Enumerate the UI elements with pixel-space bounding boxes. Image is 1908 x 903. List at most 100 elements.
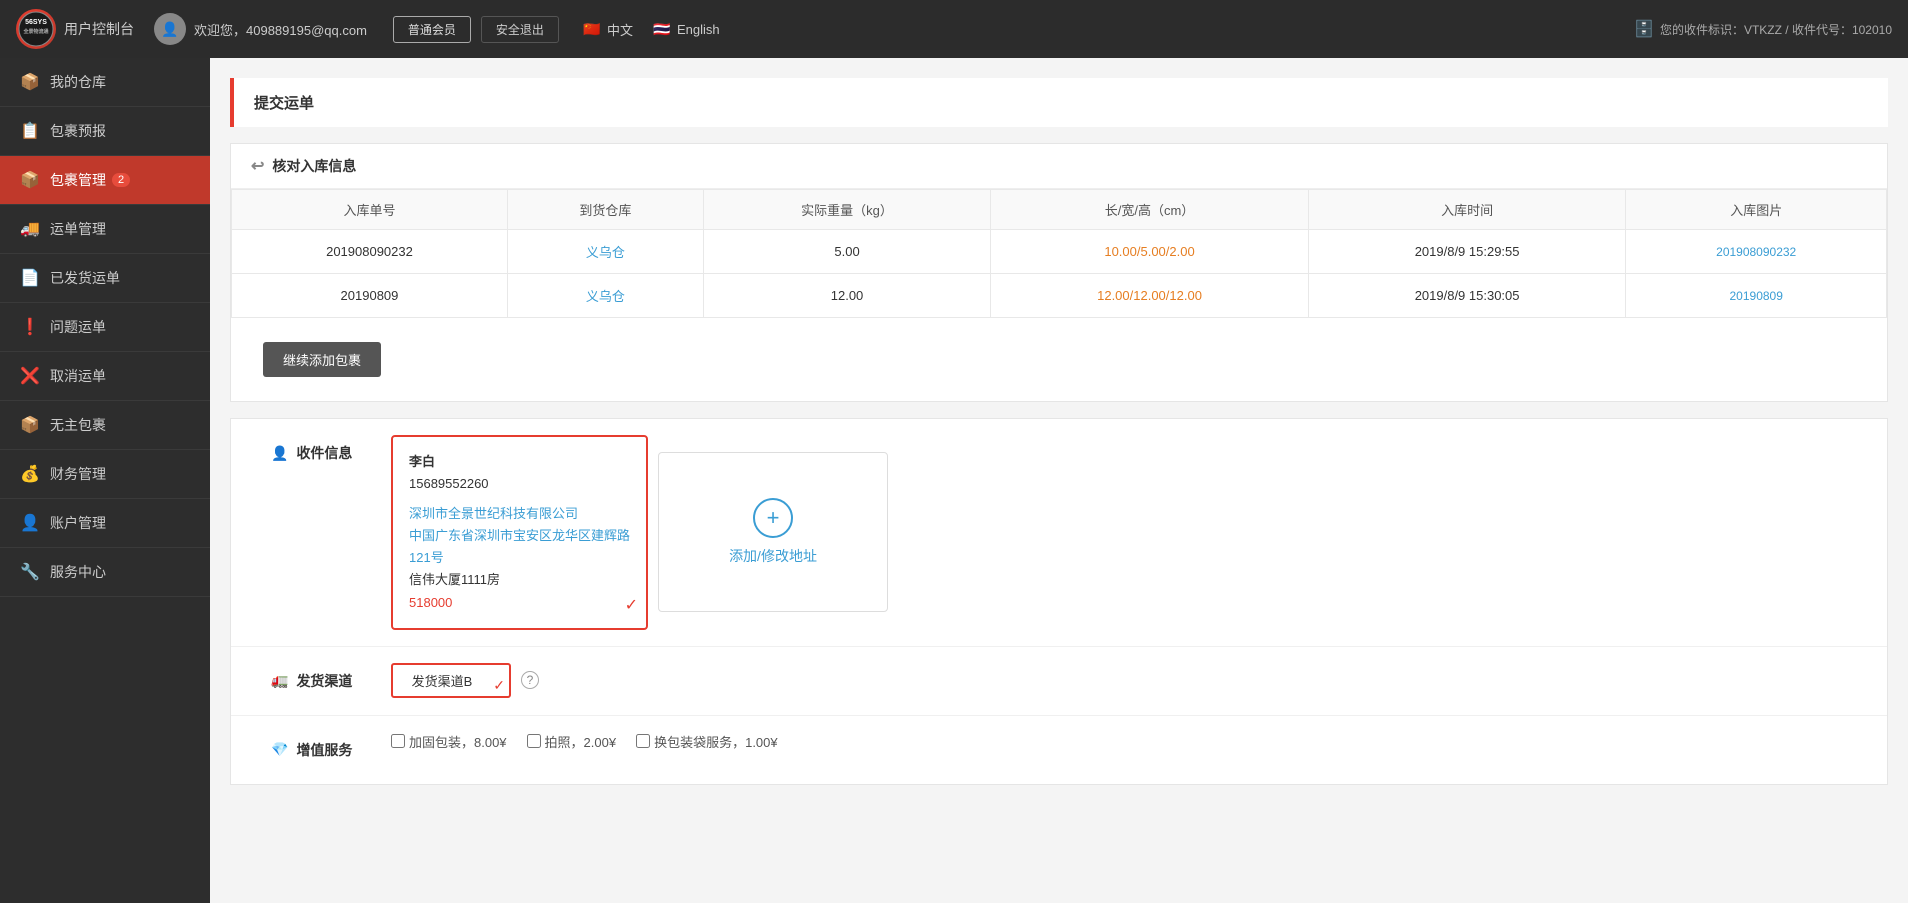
parcels-badge: 2 [112,173,130,187]
address-check-icon: ✓ [625,592,638,619]
en-flag-icon: 🇹🇭 [651,22,673,36]
photo-checkbox[interactable] [527,734,541,748]
sidebar-item-shipped[interactable]: 📄 已发货运单 [0,254,210,302]
warehouse-2: 义乌仓 [507,274,703,318]
sidebar-section-parcels: 📦 包裹管理 2 [0,156,210,205]
receipt-text: 您的收件标识：VTKZZ / 收件代号：102010 [1660,21,1892,38]
verify-icon: ↩ [251,156,264,176]
page-title: 提交运单 [254,95,314,112]
order-no-2: 20190809 [232,274,508,318]
table-row: 201908090232 义乌仓 5.00 10.00/5.00/2.00 20… [232,230,1887,274]
dimensions-2: 12.00/12.00/12.00 [991,274,1309,318]
address-line3: 信伟大厦1111房 [409,569,630,591]
sidebar-parcels-label: 包裹管理 [50,170,106,190]
address-card-selected[interactable]: 李白 15689552260 深圳市全景世纪科技有限公司 中国广东省深圳市宝安区… [391,435,648,630]
photo-label: 拍照，2.00¥ [545,732,617,751]
verify-title: 核对入库信息 [272,156,356,176]
sidebar-item-issue[interactable]: ❗ 问题运单 [0,303,210,351]
orders-icon: 🚚 [20,219,40,239]
warehouse-1: 义乌仓 [507,230,703,274]
address-line1: 中国广东省深圳市宝安区龙华区建辉路 [409,525,630,547]
sidebar-section-warehouse: 📦 我的仓库 [0,58,210,107]
channel-row: 🚛 发货渠道 发货渠道B ✓ ? [231,647,1887,716]
value-services-content: 加固包装，8.00¥ 拍照，2.00¥ 换包装袋服务，1.00¥ [391,732,1887,751]
sidebar-section-account: 👤 账户管理 [0,499,210,548]
continue-add-button[interactable]: 继续添加包裹 [263,342,381,377]
image-2[interactable]: 20190809 [1626,274,1887,318]
lang-en[interactable]: 🇹🇭 English [645,20,726,39]
repack-checkbox[interactable] [636,734,650,748]
sidebar-item-warehouse[interactable]: 📦 我的仓库 [0,58,210,106]
page-title-bar: 提交运单 [230,78,1888,127]
weight-2: 12.00 [703,274,990,318]
address-name: 李白 [409,451,630,473]
sidebar-item-service[interactable]: 🔧 服务中心 [0,548,210,596]
member-button[interactable]: 普通会员 [393,16,471,43]
user-info: 👤 欢迎您，409889195@qq.com [154,13,367,45]
address-label: 👤 收件信息 [231,435,391,471]
sidebar-section-preorder: 📋 包裹预报 [0,107,210,156]
lang-cn-label: 中文 [607,20,633,39]
sidebar-warehouse-label: 我的仓库 [50,72,106,92]
logo-icon: 56SYS 全景物流通 [16,9,56,49]
sidebar-item-cancel[interactable]: ❌ 取消运单 [0,352,210,400]
issue-icon: ❗ [20,317,40,337]
time-1: 2019/8/9 15:29:55 [1308,230,1626,274]
value-service-reinforce[interactable]: 加固包装，8.00¥ [391,732,507,751]
value-service-repack[interactable]: 换包装袋服务，1.00¥ [636,732,778,751]
value-label-icon: 💎 [271,741,288,758]
lang-cn[interactable]: 🇨🇳 中文 [575,18,639,41]
add-plus-icon: + [753,498,793,538]
address-line2: 121号 [409,547,630,569]
sidebar-item-orders[interactable]: 🚚 运单管理 [0,205,210,253]
verify-section: ↩ 核对入库信息 入库单号 到货仓库 实际重量（kg） 长/宽/高（cm） 入库… [230,143,1888,402]
control-label: 用户控制台 [64,19,134,39]
sidebar-item-parcels[interactable]: 📦 包裹管理 2 [0,156,210,204]
cancel-icon: ❌ [20,366,40,386]
sidebar-item-account[interactable]: 👤 账户管理 [0,499,210,547]
col-weight: 实际重量（kg） [703,190,990,230]
channel-help-icon[interactable]: ? [521,671,539,689]
svg-text:全景物流通: 全景物流通 [22,28,48,35]
dimensions-1: 10.00/5.00/2.00 [991,230,1309,274]
image-1[interactable]: 201908090232 [1626,230,1887,274]
reinforce-label: 加固包装，8.00¥ [409,732,507,751]
sidebar-issue-label: 问题运单 [50,317,106,337]
col-time: 入库时间 [1308,190,1626,230]
lang-en-label: English [677,22,720,37]
finance-icon: 💰 [20,464,40,484]
sidebar-shipped-label: 已发货运单 [50,268,120,288]
sidebar-preorder-label: 包裹预报 [50,121,106,141]
service-icon: 🔧 [20,562,40,582]
main-content: 提交运单 ↩ 核对入库信息 入库单号 到货仓库 实际重量（kg） 长/宽/高（c… [210,58,1908,903]
order-no-1: 201908090232 [232,230,508,274]
value-service-photo[interactable]: 拍照，2.00¥ [527,732,617,751]
table-row: 20190809 义乌仓 12.00 12.00/12.00/12.00 201… [232,274,1887,318]
sidebar: 📦 我的仓库 📋 包裹预报 📦 包裹管理 2 🚚 运单管理 [0,58,210,903]
sidebar-finance-label: 财务管理 [50,464,106,484]
reinforce-checkbox[interactable] [391,734,405,748]
col-image: 入库图片 [1626,190,1887,230]
unowned-icon: 📦 [20,415,40,435]
weight-1: 5.00 [703,230,990,274]
layout: 📦 我的仓库 📋 包裹预报 📦 包裹管理 2 🚚 运单管理 [0,58,1908,903]
continue-btn-wrapper: 继续添加包裹 [231,318,1887,401]
sidebar-item-unowned[interactable]: 📦 无主包裹 [0,401,210,449]
logout-button[interactable]: 安全退出 [481,16,559,43]
language-selector: 🇨🇳 中文 🇹🇭 English [575,18,726,41]
avatar: 👤 [154,13,186,45]
channel-label: 🚛 发货渠道 [231,663,391,699]
sidebar-section-unowned: 📦 无主包裹 [0,401,210,450]
sidebar-item-preorder[interactable]: 📋 包裹预报 [0,107,210,155]
channel-check-icon: ✓ [493,677,505,694]
sidebar-item-finance[interactable]: 💰 财务管理 [0,450,210,498]
sidebar-section-cancel: ❌ 取消运单 [0,352,210,401]
add-address-button[interactable]: + 添加/修改地址 [658,452,888,612]
sidebar-section-finance: 💰 财务管理 [0,450,210,499]
address-row: 👤 收件信息 李白 15689552260 深圳市全景世纪科技有限公司 中国广东… [231,419,1887,647]
sidebar-section-service: 🔧 服务中心 [0,548,210,597]
time-2: 2019/8/9 15:30:05 [1308,274,1626,318]
channel-content: 发货渠道B ✓ ? [391,663,1887,698]
header: 56SYS 全景物流通 用户控制台 👤 欢迎您，409889195@qq.com… [0,0,1908,58]
repack-label: 换包装袋服务，1.00¥ [654,732,778,751]
